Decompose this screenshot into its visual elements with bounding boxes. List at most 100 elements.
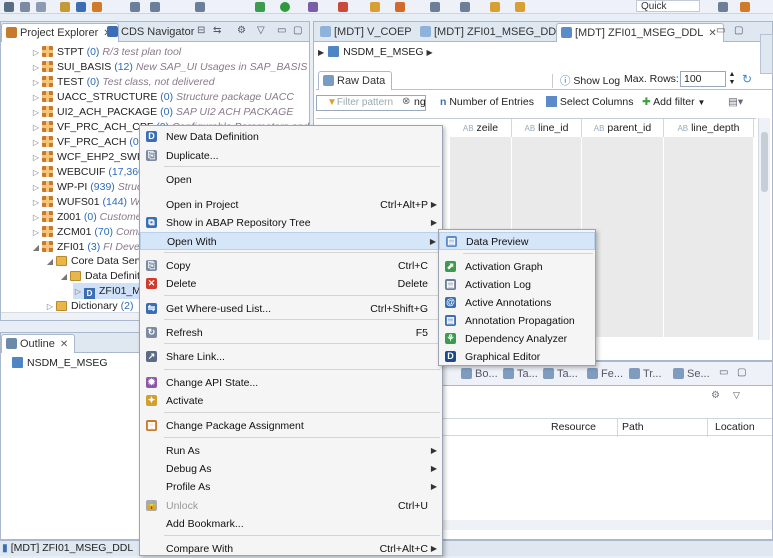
minimize-icon[interactable]: ▭ xyxy=(277,25,286,36)
export-icon[interactable]: ▤▾ xyxy=(728,96,743,108)
wizard-icon[interactable] xyxy=(395,2,405,12)
menu-item-get-where-used-list[interactable]: ⇋ Get Where-used List... Ctrl+Shift+G xyxy=(140,300,442,318)
menu-item-add-bookmark[interactable]: Add Bookmark... xyxy=(140,515,442,533)
navigate-icon[interactable] xyxy=(460,2,470,12)
close-icon[interactable]: ✕ xyxy=(60,339,68,350)
annotation-icon[interactable] xyxy=(430,2,440,12)
right-trim-stack[interactable] xyxy=(760,34,773,74)
collapse-all-icon[interactable]: ⊟ xyxy=(197,25,205,36)
menu-item-new-data-definition[interactable]: D New Data Definition xyxy=(140,128,442,146)
menu-item-profile-as[interactable]: Profile As ▶ xyxy=(140,478,442,496)
submenu-item-dependency-analyzer[interactable]: ⚘ Dependency Analyzer xyxy=(439,330,595,348)
add-filter-button[interactable]: ✚ Add filter ▼ xyxy=(642,96,705,108)
search-icon[interactable] xyxy=(130,2,140,12)
tree-item-package[interactable]: ▷ STPT (0) R/3 test plan tool xyxy=(31,44,181,60)
tree-item-package[interactable]: ▷ Z001 (0) Custome xyxy=(31,209,142,225)
submenu-item-active-annotations[interactable]: @ Active Annotations xyxy=(439,294,595,312)
maximize-icon[interactable]: ▢ xyxy=(734,25,743,36)
run-icon[interactable] xyxy=(280,2,290,12)
refresh-icon[interactable]: ↻ xyxy=(742,72,752,86)
link-with-editor-icon[interactable]: ⇆ xyxy=(213,25,221,36)
column-header[interactable]: AB parent_id xyxy=(582,119,664,137)
tree-item-package[interactable]: ▷ UACC_STRUCTURE (0) Structure package UA… xyxy=(31,89,294,105)
editor-tab-v-coep[interactable]: [MDT] V_COEP xyxy=(316,23,418,42)
quick-access-input[interactable]: Quick Access xyxy=(636,0,700,13)
perspective-icon[interactable] xyxy=(718,2,728,12)
outline-icon[interactable] xyxy=(195,2,205,12)
menu-item-change-api-state[interactable]: ✹ Change API State... xyxy=(140,374,442,392)
column-header[interactable]: AB zeile xyxy=(450,119,512,137)
column-header-location[interactable]: Location xyxy=(715,421,755,433)
tab-tasks[interactable]: Ta... xyxy=(499,365,544,384)
tree-item-package[interactable]: ▷ WUFS01 (144) Wh xyxy=(31,194,146,210)
expanded-arrow-icon[interactable]: ◢ xyxy=(45,254,55,270)
editor-tab-zfi01-ddl[interactable]: [MDT] ZFI01_MSEG_DDL xyxy=(416,23,568,42)
tree-item-package[interactable]: ▷ WEBCUIF (17,360) xyxy=(31,164,147,180)
profile-icon[interactable] xyxy=(308,2,318,12)
maximize-icon[interactable]: ▢ xyxy=(737,367,746,378)
tree-item-package[interactable]: ▷ WP-PI (939) Struc xyxy=(31,179,142,195)
column-header[interactable]: AB line_id xyxy=(512,119,582,137)
menu-item-share-link[interactable]: ↗ Share Link... xyxy=(140,348,442,366)
submenu-item-annotation-propagation[interactable]: ▤ Annotation Propagation xyxy=(439,312,595,330)
tab-search[interactable]: Se... xyxy=(669,365,716,384)
show-log-button[interactable]: ⓘ Show Log xyxy=(560,73,620,88)
abap-perspective-icon[interactable] xyxy=(740,2,750,12)
save-icon[interactable] xyxy=(20,2,30,12)
maximize-icon[interactable]: ▢ xyxy=(293,25,302,36)
menu-item-run-as[interactable]: Run As ▶ xyxy=(140,442,442,460)
transport-icon[interactable] xyxy=(92,2,102,12)
breadcrumb[interactable]: ▶ NSDM_E_MSEG ▶ xyxy=(318,44,433,60)
menu-item-delete[interactable]: ✕ Delete Delete xyxy=(140,275,442,293)
tab-templates[interactable]: Ta... xyxy=(539,365,584,384)
menu-item-copy[interactable]: ⎘ Copy Ctrl+C xyxy=(140,257,442,275)
tree-item-zfi01-mseg[interactable]: ▷ D ZFI01_MS xyxy=(73,283,148,299)
menu-item-activate[interactable]: ✦ Activate xyxy=(140,392,442,410)
tree-item-package[interactable]: ◢ ZFI01 (3) FI Devel xyxy=(31,239,142,255)
expanded-arrow-icon[interactable]: ◢ xyxy=(59,269,69,285)
menu-item-show-in-abap-repository-tree[interactable]: ⧉ Show in ABAP Repository Tree ▶ xyxy=(140,214,442,232)
outline-item[interactable]: NSDM_E_MSEG xyxy=(11,355,108,371)
max-rows-input[interactable]: 100 xyxy=(680,71,726,87)
editor-tab-zfi01-preview[interactable]: [MDT] ZFI01_MSEG_DDL ✕ xyxy=(556,23,724,42)
tab-bookmarks[interactable]: Bo... xyxy=(457,365,504,384)
column-header-resource[interactable]: Resource xyxy=(551,421,596,433)
tab-raw-data[interactable]: Raw Data xyxy=(318,71,393,90)
menu-item-open-in-project[interactable]: Open in Project Ctrl+Alt+P ▶ xyxy=(140,196,442,214)
max-rows-spinner[interactable]: ▲ ▼ xyxy=(727,71,737,87)
tree-item-core-data-services[interactable]: ◢ Core Data Servic xyxy=(45,253,151,269)
view-menu-icon[interactable]: ▽ xyxy=(733,390,740,401)
save-all-icon[interactable] xyxy=(36,2,46,12)
submenu-item-data-preview[interactable]: ▤ Data Preview xyxy=(439,232,595,250)
open-folder-icon[interactable] xyxy=(370,2,380,12)
back-icon[interactable] xyxy=(490,2,500,12)
tree-item-package[interactable]: ▷ UI2_ACH_PACKAGE (0) SAP UI2 ACH PACKAGE xyxy=(31,104,293,120)
submenu-item-graphical-editor[interactable]: D Graphical Editor xyxy=(439,348,595,366)
select-columns-button[interactable]: Select Columns xyxy=(546,96,633,108)
menu-item-open[interactable]: Open xyxy=(140,171,442,189)
configure-icon[interactable]: ⚙ xyxy=(711,390,720,401)
tree-item-package[interactable]: ▷ SUI_BASIS (12) New SAP_UI Usages in SAP… xyxy=(31,59,307,75)
submenu-item-activation-graph[interactable]: ⬈ Activation Graph xyxy=(439,258,595,276)
new-project-icon[interactable] xyxy=(60,2,70,12)
menu-item-debug-as[interactable]: Debug As ▶ xyxy=(140,460,442,478)
minimize-icon[interactable]: ▭ xyxy=(719,367,728,378)
stop-icon[interactable] xyxy=(338,2,348,12)
menu-item-open-with[interactable]: Open With ▶ xyxy=(140,232,442,250)
minimize-icon[interactable]: ▭ xyxy=(716,25,725,36)
vertical-scrollbar[interactable] xyxy=(758,118,770,340)
menu-icon[interactable] xyxy=(4,2,14,12)
tab-feed[interactable]: Fe... xyxy=(583,365,629,384)
debug-icon[interactable] xyxy=(255,2,265,12)
menu-item-change-package-assignment[interactable]: ▦ Change Package Assignment xyxy=(140,417,442,435)
tab-cds-navigator[interactable]: CDS Navigator xyxy=(103,23,200,42)
scrollbar-thumb[interactable] xyxy=(761,132,768,192)
tree-item-package[interactable]: ▷ ZCM01 (70) Comi xyxy=(31,224,140,240)
abap-icon[interactable] xyxy=(76,2,86,12)
column-header-path[interactable]: Path xyxy=(622,421,644,433)
menu-item-unlock[interactable]: 🔒 Unlock Ctrl+U xyxy=(140,497,442,515)
tree-item-data-definitions[interactable]: ◢ Data Definiti xyxy=(59,268,142,284)
column-header[interactable]: AB line_depth xyxy=(664,119,754,137)
tab-project-explorer[interactable]: Project Explorer✕ xyxy=(1,23,119,42)
number-of-entries-button[interactable]: n Number of Entries xyxy=(440,96,534,108)
